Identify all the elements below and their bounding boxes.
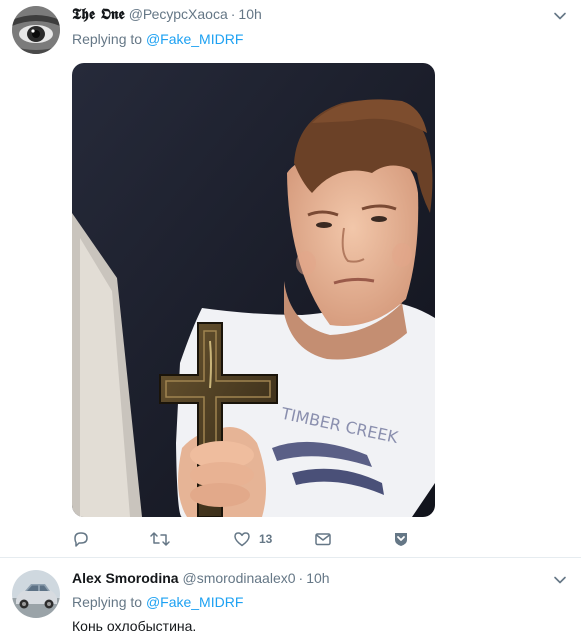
tweet-actions: 13 bbox=[72, 528, 432, 550]
heart-icon bbox=[234, 532, 250, 547]
tweet-header: Alex Smorodina @smorodinaalex0 · 10h bbox=[72, 569, 330, 587]
separator-dot: · bbox=[230, 6, 236, 22]
separator-dot: · bbox=[298, 570, 304, 586]
user-handle[interactable]: @РесурсХаоса bbox=[129, 6, 228, 22]
tweet[interactable]: Alex Smorodina @smorodinaalex0 · 10h Reply… bbox=[0, 558, 581, 637]
envelope-icon bbox=[315, 533, 331, 546]
reply-button[interactable] bbox=[72, 528, 98, 550]
tweet[interactable]: 𝕿𝖍𝖊 𝕺𝖓𝖊 @РесурсХаоса · 10h Replying to @Fa… bbox=[0, 0, 581, 558]
display-name[interactable]: 𝕿𝖍𝖊 𝕺𝖓𝖊 bbox=[72, 5, 125, 23]
display-name[interactable]: Alex Smorodina bbox=[72, 570, 179, 586]
user-handle[interactable]: @smorodinaalex0 bbox=[182, 570, 295, 586]
timestamp[interactable]: 10h bbox=[238, 6, 261, 22]
avatar[interactable] bbox=[12, 6, 60, 54]
save-button[interactable] bbox=[392, 528, 410, 550]
replying-to: Replying to @Fake_MIDRF bbox=[72, 593, 243, 611]
mention-link[interactable]: @Fake_MIDRF bbox=[146, 594, 243, 610]
chevron-down-icon[interactable] bbox=[553, 573, 567, 587]
retweet-button[interactable] bbox=[149, 528, 179, 550]
direct-message-button[interactable] bbox=[314, 528, 332, 550]
reply-icon bbox=[74, 532, 88, 547]
timestamp[interactable]: 10h bbox=[306, 570, 329, 586]
chevron-down-icon[interactable] bbox=[553, 9, 567, 23]
replying-to-label: Replying to bbox=[72, 31, 143, 47]
tweet-header: 𝕿𝖍𝖊 𝕺𝖓𝖊 @РесурсХаоса · 10h bbox=[72, 5, 262, 23]
replying-to: Replying to @Fake_MIDRF bbox=[72, 30, 243, 48]
tweet-text: Конь охлобыстина. bbox=[72, 618, 197, 634]
retweet-icon bbox=[150, 532, 170, 546]
like-button[interactable]: 13 bbox=[233, 528, 272, 550]
avatar[interactable] bbox=[12, 570, 60, 618]
like-count: 13 bbox=[259, 532, 273, 546]
tweet-photo[interactable]: TIMBER CREEK bbox=[72, 63, 435, 517]
replying-to-label: Replying to bbox=[72, 594, 143, 610]
mention-link[interactable]: @Fake_MIDRF bbox=[146, 31, 243, 47]
bookmark-shield-icon bbox=[395, 533, 407, 546]
